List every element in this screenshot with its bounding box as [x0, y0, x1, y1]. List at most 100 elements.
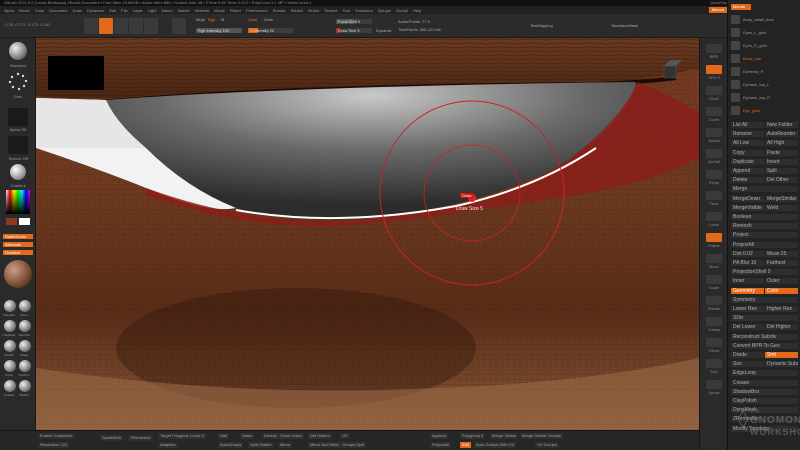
all-low-button[interactable]: All Low: [731, 140, 764, 147]
aahalf-button[interactable]: [706, 149, 722, 158]
brush-claybuild-icon[interactable]: [4, 320, 16, 332]
delete-button[interactable]: Delete: [731, 177, 764, 184]
menu-item-draw[interactable]: Draw: [72, 8, 81, 13]
menu-item-picker[interactable]: Picker: [230, 8, 241, 13]
duplicate-button[interactable]: Duplicate: [731, 158, 764, 165]
rotate-button[interactable]: [706, 296, 722, 305]
orange-label-button[interactable]: Edit: [460, 442, 471, 448]
divide-button[interactable]: Divide: [731, 352, 764, 358]
sdiv-button[interactable]: SDiv: [731, 315, 798, 322]
menu-item-help[interactable]: Help: [413, 8, 421, 13]
zsub-button[interactable]: Zsub: [264, 17, 273, 22]
split-hidden-button[interactable]: Split Hidden: [248, 442, 274, 448]
append-button[interactable]: Append: [430, 433, 448, 439]
brush-damstd-icon[interactable]: [19, 320, 31, 332]
menus-accent[interactable]: Menus: [731, 4, 751, 10]
project-bp-button[interactable]: ProjectionShell 0: [731, 269, 798, 276]
geometry-button[interactable]: Geometry: [731, 287, 764, 294]
menu-item-material[interactable]: Material: [195, 8, 209, 13]
zadd-button[interactable]: Zadd: [248, 17, 257, 22]
bpr-button[interactable]: [706, 44, 722, 53]
menu-item-zscript[interactable]: Zscript: [396, 8, 408, 13]
split-button[interactable]: Split: [765, 168, 798, 174]
scale-button[interactable]: [706, 275, 722, 284]
lower-res-button[interactable]: Lower Res: [731, 306, 764, 312]
resolution-button[interactable]: Resolution 128: [38, 442, 69, 448]
poly-group-it-button[interactable]: Polygroup It: [460, 433, 486, 439]
transp-button[interactable]: [706, 317, 722, 326]
project-button[interactable]: Project: [731, 232, 798, 239]
merge-button[interactable]: Merge: [731, 186, 798, 193]
menu-item-preferences[interactable]: Preferences: [246, 8, 268, 13]
convert-bpr-button[interactable]: Convert BPR To Geo: [731, 342, 798, 349]
reconstruct-button[interactable]: Reconstruct Subdiv: [731, 333, 798, 340]
boolean-button[interactable]: Boolean: [731, 214, 798, 220]
draw-button[interactable]: [99, 18, 113, 34]
edit-button[interactable]: [84, 18, 98, 34]
brush-standard-icon[interactable]: [4, 300, 16, 312]
rgb-button[interactable]: Rgb: [208, 17, 215, 22]
same-button[interactable]: Same: [240, 433, 255, 439]
ghost-button[interactable]: [706, 338, 722, 347]
dist-button[interactable]: Dist 0.02: [731, 250, 764, 257]
solo-button[interactable]: [706, 359, 722, 368]
actual-button[interactable]: [706, 128, 722, 137]
pa-blur-button[interactable]: PA Blur 10: [731, 260, 764, 266]
menu-item-edit[interactable]: Edit: [109, 8, 116, 13]
dots-stroke-icon[interactable]: [8, 72, 28, 92]
half-button[interactable]: Half: [218, 433, 230, 439]
secondary-color-swatch[interactable]: [19, 218, 30, 225]
subtool-item[interactable]: Brow_hair: [731, 53, 798, 65]
brush-pinch-icon[interactable]: [4, 360, 16, 372]
auto-groups-uv-button[interactable]: Auto Groups With UV: [474, 442, 517, 448]
menu-item-render[interactable]: Render: [273, 8, 286, 13]
menu-item-stencil[interactable]: Stencil: [291, 8, 303, 13]
rotate-button[interactable]: [144, 18, 158, 34]
mean-button[interactable]: Mean 25: [765, 250, 798, 257]
frame-button[interactable]: [706, 233, 722, 242]
menu-item-file[interactable]: File: [121, 8, 127, 13]
inner-button[interactable]: Inner: [731, 278, 764, 285]
menu-item-macro[interactable]: Macro: [161, 8, 172, 13]
auto-groups-button[interactable]: AutoGroups: [218, 442, 244, 448]
uv-button[interactable]: UV: [340, 433, 350, 439]
viewport-canvas[interactable]: Draw Draw Size 5: [36, 38, 699, 430]
project-all-button[interactable]: ProjectAll: [430, 442, 451, 448]
menu-item-transform[interactable]: Transform: [355, 8, 373, 13]
menu-item-zplugin[interactable]: Zplugin: [378, 8, 391, 13]
focal-shift-slider[interactable]: Focal Shift 0: [336, 19, 372, 24]
scroll-button[interactable]: [706, 86, 722, 95]
groups-split-button[interactable]: Groups Split: [340, 442, 367, 448]
menu-item-light[interactable]: Light: [148, 8, 157, 13]
del-higher-button[interactable]: Del Higher: [765, 324, 798, 331]
menu-item-stroke[interactable]: Stroke: [308, 8, 320, 13]
subtool-item[interactable]: Body_detail_final: [731, 14, 798, 26]
brush-trimdyn-icon[interactable]: [19, 360, 31, 372]
alternate-button[interactable]: Alternate: [3, 242, 33, 247]
autoreorder-button[interactable]: AutoReorder: [765, 131, 798, 138]
merge-visible-button[interactable]: MergeVisible: [731, 204, 764, 211]
skin-material-icon[interactable]: [4, 260, 32, 288]
menu-item-dynamics[interactable]: Dynamics: [87, 8, 105, 13]
subtool-item[interactable]: Eye_gold: [731, 105, 798, 117]
mrgb-button[interactable]: Mrgb: [196, 17, 205, 22]
smt-button[interactable]: Smt: [765, 352, 798, 358]
target-polys-button[interactable]: Target Polygons Count 5: [158, 433, 206, 439]
higher-res-button[interactable]: Higher Res: [765, 306, 798, 312]
brush-hpolish-icon[interactable]: [4, 340, 16, 352]
zremesher-button[interactable]: ZRemesher: [128, 435, 153, 441]
zoom-button[interactable]: [706, 107, 722, 116]
xpose-button[interactable]: [706, 380, 722, 389]
switch-color-button[interactable]: SwitchColor: [3, 234, 33, 239]
copy-button[interactable]: Copy: [731, 149, 764, 156]
shadow-box-button[interactable]: ShadowBox: [731, 388, 798, 395]
main-color-swatch[interactable]: [6, 218, 17, 225]
brush-inflate-icon[interactable]: [19, 340, 31, 352]
z-intensity-slider[interactable]: Z Intensity 22: [248, 28, 294, 33]
new-folder-button[interactable]: New Folder: [765, 122, 798, 128]
adaptive-button[interactable]: Adaptive: [158, 442, 178, 448]
list-all-button[interactable]: List All: [731, 122, 764, 128]
draw-size-slider[interactable]: Draw Size 5: [336, 28, 372, 33]
del-hidden-button[interactable]: Del Hidden: [308, 433, 332, 439]
project-all-button[interactable]: ProjectAll: [731, 241, 798, 248]
